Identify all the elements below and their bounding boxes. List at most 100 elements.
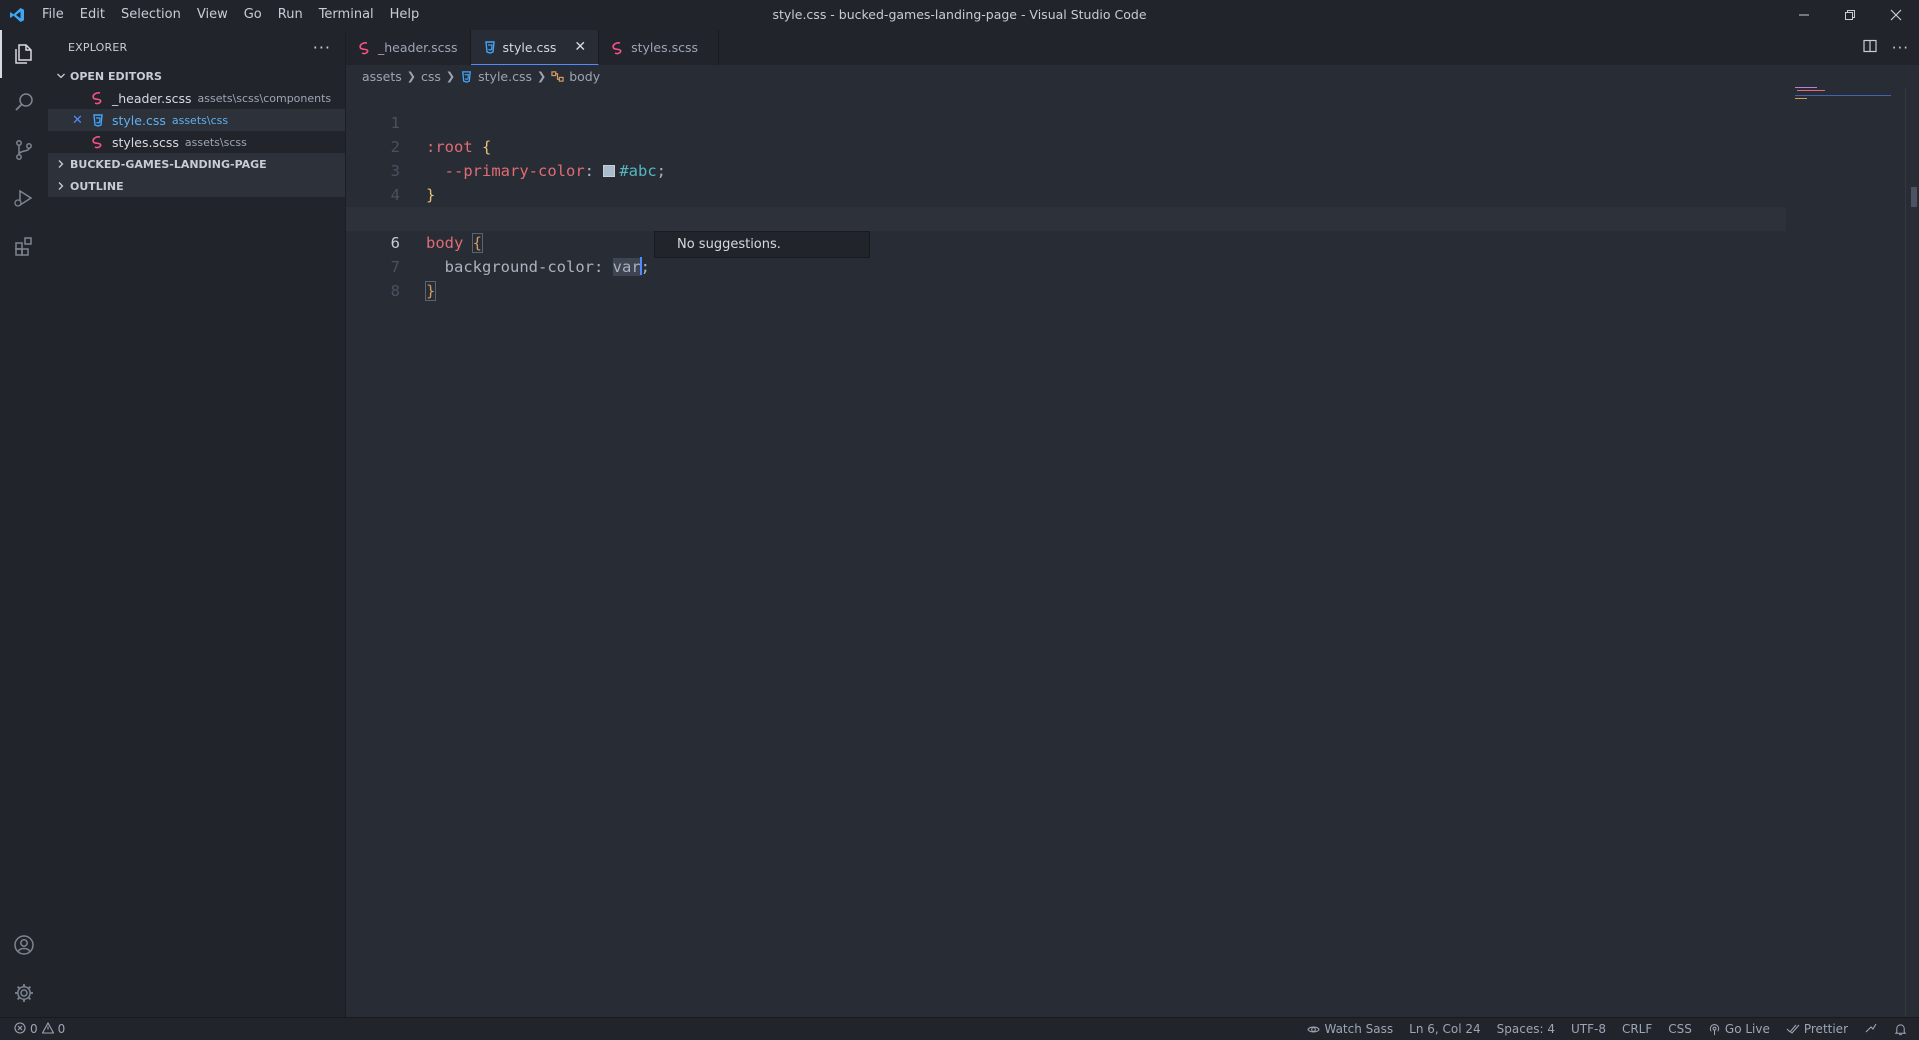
menu-terminal[interactable]: Terminal xyxy=(311,0,382,30)
title-bar: File Edit Selection View Go Run Terminal… xyxy=(0,0,1919,30)
warning-count: 0 xyxy=(57,1022,66,1036)
code-line: 2 --primary-color: #abc; xyxy=(346,111,1786,180)
close-tab-icon[interactable]: ✕ xyxy=(574,39,586,55)
source-control-activity-button[interactable] xyxy=(0,126,48,174)
chevron-down-icon xyxy=(54,71,68,81)
breadcrumb-item[interactable]: css xyxy=(421,69,441,84)
close-icon[interactable]: ✕ xyxy=(72,113,83,128)
project-folder-section[interactable]: BUCKED-GAMES-LANDING-PAGE xyxy=(48,153,345,175)
restore-icon xyxy=(1845,10,1855,20)
menu-view[interactable]: View xyxy=(189,0,236,30)
gear-icon xyxy=(15,984,33,1002)
broadcast-icon xyxy=(1709,1023,1720,1035)
outline-section[interactable]: OUTLINE xyxy=(48,175,345,197)
extensions-activity-button[interactable] xyxy=(0,222,48,270)
tab-styles-scss[interactable]: styles.scss xyxy=(599,30,720,65)
chevron-right-icon: ❯ xyxy=(445,69,456,83)
css-file-icon xyxy=(90,113,106,127)
files-icon xyxy=(15,44,32,64)
encoding-status[interactable]: UTF-8 xyxy=(1571,1022,1606,1036)
line-number: 8 xyxy=(390,282,400,300)
watch-sass-button[interactable]: Watch Sass xyxy=(1307,1022,1393,1036)
open-editor-item[interactable]: styles.scss assets\scss xyxy=(48,131,345,153)
window-controls xyxy=(1781,0,1919,30)
watch-sass-label: Watch Sass xyxy=(1324,1022,1394,1036)
more-actions-icon[interactable]: ··· xyxy=(1892,39,1909,57)
search-icon xyxy=(15,93,33,111)
warning-icon xyxy=(41,1021,55,1037)
split-editor-icon[interactable] xyxy=(1862,38,1878,58)
tab-style-css[interactable]: style.css ✕ xyxy=(470,30,600,65)
go-live-button[interactable]: Go Live xyxy=(1708,1022,1770,1036)
breadcrumb-item[interactable]: body xyxy=(569,69,600,84)
chevron-right-icon xyxy=(54,181,68,191)
minimize-button[interactable] xyxy=(1781,0,1827,30)
breadcrumb-item[interactable]: style.css xyxy=(478,69,532,84)
eol-status[interactable]: CRLF xyxy=(1622,1022,1652,1036)
tab-label: style.css xyxy=(502,39,557,55)
suggest-widget: No suggestions. xyxy=(654,231,870,258)
cursor-position[interactable]: Ln 6, Col 24 xyxy=(1409,1022,1481,1036)
open-editor-name: style.css xyxy=(112,112,166,128)
open-editor-path: assets\css xyxy=(171,113,229,127)
indentation-status[interactable]: Spaces: 4 xyxy=(1497,1022,1555,1036)
error-icon xyxy=(14,1021,26,1037)
open-editor-item[interactable]: ✕ style.css assets\css xyxy=(48,109,345,131)
open-editors-label: OPEN EDITORS xyxy=(70,69,162,83)
bell-icon[interactable] xyxy=(1894,1023,1907,1036)
problems-status[interactable]: 0 0 xyxy=(14,1018,65,1040)
accounts-activity-button[interactable] xyxy=(0,921,48,969)
tab-header-scss[interactable]: _header.scss xyxy=(346,30,471,65)
menu-run[interactable]: Run xyxy=(270,0,311,30)
menu-edit[interactable]: Edit xyxy=(72,0,113,30)
sass-file-icon xyxy=(90,135,106,149)
code-line: 7 } xyxy=(346,231,1786,301)
sass-file-icon xyxy=(611,41,625,55)
breadcrumb-item[interactable]: assets xyxy=(362,69,402,84)
restore-button[interactable] xyxy=(1827,0,1873,30)
close-window-button[interactable] xyxy=(1873,0,1919,30)
open-editor-name: _header.scss xyxy=(112,90,192,106)
close-icon xyxy=(1890,9,1902,21)
error-count: 0 xyxy=(30,1022,38,1036)
go-live-label: Go Live xyxy=(1724,1022,1770,1036)
vscode-logo-icon xyxy=(0,0,34,30)
code-line: 4 xyxy=(346,159,1786,204)
editor-tabs: _header.scss style.css ✕ styles.scss ··· xyxy=(346,30,1919,65)
breadcrumb: assets ❯ css ❯ style.css ❯ body xyxy=(346,65,1919,87)
brace: } xyxy=(424,281,437,301)
css-file-icon xyxy=(483,40,497,54)
extensions-icon xyxy=(15,237,32,256)
menu-help[interactable]: Help xyxy=(382,0,428,30)
explorer-activity-button[interactable] xyxy=(0,30,48,78)
code-line: 1 :root { xyxy=(346,87,1786,156)
double-check-icon xyxy=(1786,1024,1800,1034)
tab-label: _header.scss xyxy=(378,40,458,55)
open-editor-path: assets\scss xyxy=(184,135,247,149)
source-control-icon xyxy=(16,140,32,160)
manage-activity-button[interactable] xyxy=(0,969,48,1017)
prettier-label: Prettier xyxy=(1803,1022,1848,1036)
run-debug-icon xyxy=(14,189,33,207)
prettier-status[interactable]: Prettier xyxy=(1786,1022,1848,1036)
run-debug-activity-button[interactable] xyxy=(0,174,48,222)
menu-bar: File Edit Selection View Go Run Terminal… xyxy=(34,0,427,30)
code-editor[interactable]: 1 :root { 2 --primary-color: #abc; 3 } 4… xyxy=(346,87,1919,1017)
more-actions-icon[interactable]: ··· xyxy=(313,38,331,57)
scrollbar-thumb[interactable] xyxy=(1911,187,1917,207)
search-activity-button[interactable] xyxy=(0,78,48,126)
account-icon xyxy=(14,935,34,955)
menu-go[interactable]: Go xyxy=(236,0,270,30)
feedback-icon[interactable] xyxy=(1864,1022,1878,1036)
open-editor-item[interactable]: _header.scss assets\scss\components xyxy=(48,87,345,109)
language-mode[interactable]: CSS xyxy=(1668,1022,1692,1036)
minimap[interactable] xyxy=(1795,87,1905,1017)
menu-selection[interactable]: Selection xyxy=(113,0,189,30)
code-line: 8 xyxy=(346,255,1786,300)
open-editors-section[interactable]: OPEN EDITORS xyxy=(48,65,345,87)
vertical-scrollbar[interactable] xyxy=(1905,87,1919,1017)
sass-file-icon xyxy=(90,91,106,105)
menu-file[interactable]: File xyxy=(34,0,72,30)
chevron-right-icon: ❯ xyxy=(406,69,417,83)
activity-bar xyxy=(0,30,48,1017)
